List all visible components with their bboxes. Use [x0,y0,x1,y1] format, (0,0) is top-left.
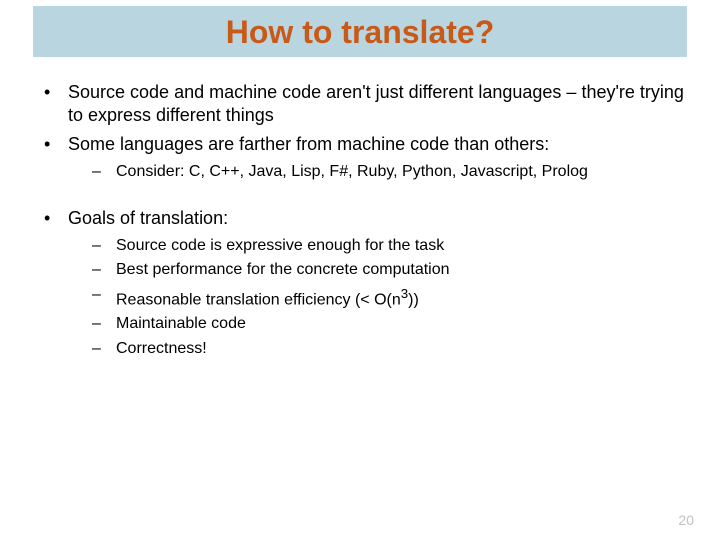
bullet-text: Some languages are farther from machine … [68,134,549,154]
slide-content: Source code and machine code aren't just… [0,81,720,359]
text-fragment: Reasonable translation efficiency (< O(n [116,291,401,308]
sub-bullet-list: Consider: C, C++, Java, Lisp, F#, Ruby, … [88,162,690,182]
sub-bullet-item: Maintainable code [88,314,690,334]
sub-bullet-list: Source code is expressive enough for the… [88,236,690,360]
bullet-text: Goals of translation: [68,208,228,228]
bullet-item: Source code and machine code aren't just… [40,81,690,127]
sub-bullet-item: Best performance for the concrete comput… [88,260,690,280]
bullet-list: Goals of translation: Source code is exp… [40,207,690,360]
text-fragment: )) [408,291,419,308]
sub-bullet-item: Reasonable translation efficiency (< O(n… [88,285,690,311]
bullet-item: Some languages are farther from machine … [40,133,690,183]
title-bar: How to translate? [33,6,687,57]
bullet-list: Source code and machine code aren't just… [40,81,690,183]
sub-bullet-item: Correctness! [88,339,690,359]
bullet-item: Goals of translation: Source code is exp… [40,207,690,360]
sub-bullet-item: Source code is expressive enough for the… [88,236,690,256]
sub-bullet-item: Consider: C, C++, Java, Lisp, F#, Ruby, … [88,162,690,182]
slide-title: How to translate? [33,14,687,51]
page-number: 20 [678,512,694,528]
